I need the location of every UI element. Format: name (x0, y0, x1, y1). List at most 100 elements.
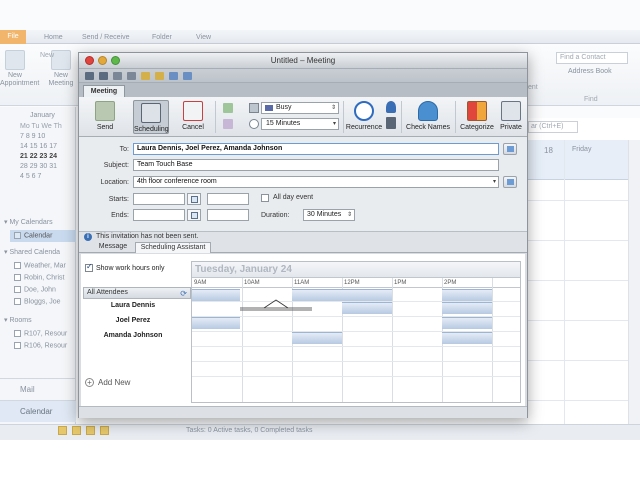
copy-icon[interactable] (127, 72, 136, 80)
chevron-down-icon[interactable]: ▾ (493, 177, 496, 187)
title-bar[interactable]: Untitled – Meeting (79, 53, 527, 69)
room-calendar-item[interactable]: R107, Resour (14, 330, 67, 337)
check-names-button[interactable]: Check Names (405, 101, 451, 132)
mini-calendar-week[interactable]: 21 22 23 24 (20, 152, 76, 162)
all-attendees-header[interactable]: All Attendees ⟳ (83, 287, 191, 299)
mini-calendar-week[interactable]: 7 8 9 10 (20, 132, 76, 142)
calendar-checkbox[interactable] (14, 274, 21, 281)
tab-folder[interactable]: Folder (152, 32, 172, 44)
busy-block[interactable] (442, 289, 492, 301)
busy-block[interactable] (442, 332, 492, 344)
start-time-field[interactable] (207, 193, 249, 205)
calendar-checkbox[interactable] (14, 262, 21, 269)
rooms-section[interactable]: ▾ Rooms (4, 316, 32, 324)
busy-block[interactable] (292, 332, 342, 344)
tab-view[interactable]: View (196, 32, 211, 44)
paste-icon[interactable] (141, 72, 150, 80)
scheduling-button[interactable]: Scheduling (133, 100, 169, 134)
time-zones-icon[interactable] (386, 117, 396, 129)
mini-calendar-week[interactable]: 4 5 6 7 (20, 172, 76, 182)
status-view-icon[interactable] (58, 426, 67, 435)
shared-calendar-item[interactable]: Robin, Christ (14, 274, 64, 281)
calendar-search-input[interactable]: ar (Ctrl+E) (528, 121, 578, 133)
start-date-field[interactable] (133, 193, 185, 205)
subject-field[interactable]: Team Touch Base (133, 159, 499, 171)
all-day-checkbox[interactable] (261, 194, 269, 202)
reminder-select[interactable]: 15 Minutes ▾ (261, 118, 339, 130)
picture-icon[interactable] (169, 72, 178, 80)
to-field[interactable]: Laura Dennis, Joel Perez, Amanda Johnson (133, 143, 499, 155)
busy-block[interactable] (442, 302, 492, 314)
cancel-button[interactable]: Cancel (177, 101, 209, 132)
tab-send-receive[interactable]: Send / Receive (82, 32, 129, 44)
response-options-icon[interactable] (223, 119, 233, 129)
address-book-button[interactable] (503, 143, 517, 155)
tab-home[interactable]: Home (44, 32, 63, 44)
attendee-row[interactable]: Laura Dennis (83, 302, 183, 309)
calendar-checkbox[interactable] (14, 330, 21, 337)
mini-calendar[interactable]: January Mo Tu We Th 7 8 9 10 14 15 16 17… (20, 110, 76, 182)
shared-calendar-item[interactable]: Doe, John (14, 286, 56, 293)
invite-attendees-icon[interactable] (223, 103, 233, 113)
calendar-list-item[interactable]: Calendar (14, 232, 52, 239)
categorize-button[interactable]: Categorize (459, 101, 495, 132)
calendar-checkbox[interactable] (14, 232, 21, 239)
cut-icon[interactable] (113, 72, 122, 80)
room-calendar-item[interactable]: R106, Resour (14, 342, 67, 349)
private-button[interactable]: Private (497, 101, 525, 132)
shared-calendars-section[interactable]: ▾ Shared Calenda (4, 248, 60, 256)
location-field[interactable]: 4th floor conference room ▾ (133, 176, 499, 188)
attendee-row[interactable]: Amanda Johnson (83, 332, 183, 339)
nav-mail[interactable]: Mail (0, 378, 76, 400)
nav-calendar[interactable]: Calendar (0, 400, 76, 422)
day-number: 18 (544, 146, 553, 155)
status-view-icon[interactable] (100, 426, 109, 435)
shared-calendar-item[interactable]: Weather, Mar (14, 262, 66, 269)
tab-meeting[interactable]: Meeting (83, 85, 125, 97)
meeting-time-selection[interactable] (240, 296, 320, 312)
room-finder-icon[interactable] (386, 101, 396, 113)
refresh-icon[interactable]: ⟳ (180, 289, 187, 298)
print-icon[interactable] (99, 72, 108, 80)
send-button[interactable]: Send (89, 101, 121, 132)
busy-block[interactable] (192, 289, 240, 301)
end-time-field[interactable] (207, 209, 249, 221)
busy-block[interactable] (442, 317, 492, 329)
show-work-hours-option[interactable]: Show work hours only (85, 262, 164, 272)
calendar-checkbox[interactable] (14, 342, 21, 349)
mini-calendar-week[interactable]: 14 15 16 17 (20, 142, 76, 152)
show-work-hours-checkbox[interactable] (85, 262, 93, 272)
end-date-field[interactable] (133, 209, 185, 221)
address-book-icon[interactable] (183, 72, 192, 80)
folder-icon[interactable] (155, 72, 164, 80)
tab-scheduling-assistant[interactable]: Scheduling Assistant (135, 242, 211, 253)
busy-block[interactable] (342, 302, 392, 314)
free-busy-grid[interactable]: Tuesday, January 24 9AM 10AM 11AM 12PM 1… (191, 261, 521, 403)
room-finder-button[interactable] (503, 176, 517, 188)
calendar-scrollbar[interactable] (628, 140, 640, 430)
file-button[interactable]: File (0, 30, 26, 44)
info-icon: i (84, 233, 92, 241)
busy-block[interactable] (192, 317, 240, 329)
mini-calendar-week[interactable]: 28 29 30 31 (20, 162, 76, 172)
duration-select[interactable]: 30 Minutes ⇕ (303, 209, 355, 221)
show-as-select[interactable]: Busy ⇕ (261, 102, 339, 114)
calendar-checkbox[interactable] (14, 286, 21, 293)
my-calendars-section[interactable]: ▾ My Calendars (4, 218, 53, 226)
grid-row-line (192, 376, 520, 377)
attendee-row[interactable]: Joel Perez (83, 317, 183, 324)
status-view-icon[interactable] (72, 426, 81, 435)
add-new-attendee-button[interactable]: + Add New (85, 378, 130, 388)
end-date-picker[interactable] (187, 209, 201, 221)
start-date-picker[interactable] (187, 193, 201, 205)
shared-calendar-item[interactable]: Bloggs, Joe (14, 298, 61, 305)
tab-message[interactable]: Message (95, 242, 131, 253)
address-book-button[interactable]: Address Book (568, 68, 612, 75)
recurrence-button[interactable]: Recurrence (345, 101, 383, 132)
status-view-icon[interactable] (86, 426, 95, 435)
new-appointment-button[interactable]: New Appointment (0, 50, 39, 88)
save-icon[interactable] (85, 72, 94, 80)
find-contact-input[interactable]: Find a Contact (556, 52, 628, 64)
calendar-checkbox[interactable] (14, 298, 21, 305)
busy-block[interactable] (342, 289, 392, 301)
